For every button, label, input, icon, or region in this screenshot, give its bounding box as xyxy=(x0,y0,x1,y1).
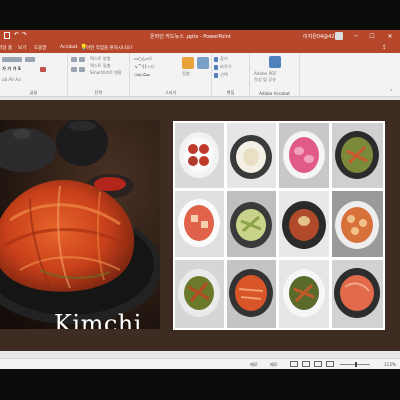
replace-button[interactable]: 바꾸기 xyxy=(220,64,232,70)
dish-photo-9 xyxy=(175,260,224,328)
tab-view[interactable]: 보기 xyxy=(18,45,26,51)
restore-button[interactable]: ☐ xyxy=(366,31,378,42)
shapes-gallery-icon[interactable]: ▭○△⇨⬠ xyxy=(134,56,152,61)
dish-photo-6 xyxy=(227,191,276,257)
ribbon: 가 가 가 S ab AV Aa 글꼴 텍스트 방향 텍스트 맞춤 SmartA… xyxy=(0,53,400,97)
font-options-icon[interactable]: ab AV Aa xyxy=(2,77,21,82)
dish-photos xyxy=(173,121,385,330)
undo-icon[interactable]: ↶ xyxy=(14,31,19,38)
tab-help[interactable]: 도움말 xyxy=(34,45,46,51)
kimchi-image xyxy=(0,120,160,329)
find-icon[interactable] xyxy=(214,57,218,62)
bold-icon[interactable]: 가 가 가 S xyxy=(2,66,21,72)
editing-group-label: 편집 xyxy=(226,90,235,95)
comments-button[interactable]: 메모 xyxy=(270,362,278,368)
slideshow-icon[interactable] xyxy=(326,361,334,367)
select-button[interactable]: 선택 xyxy=(220,72,228,78)
tell-me-search[interactable]: 어떤 작업을 원하시나요? xyxy=(86,45,133,51)
drawing-group-label: 그리기 xyxy=(164,90,177,95)
dish-photo-3 xyxy=(279,123,329,188)
close-button[interactable]: ✕ xyxy=(384,31,396,42)
select-icon[interactable] xyxy=(214,73,218,78)
numbering-icon[interactable] xyxy=(79,57,85,62)
slide-sorter-icon[interactable] xyxy=(302,361,310,367)
tab-file[interactable]: 파일 xyxy=(0,45,6,51)
collapse-ribbon-icon[interactable]: ⌃ xyxy=(389,89,393,95)
dish-photo-10 xyxy=(227,260,276,328)
replace-icon[interactable] xyxy=(214,65,218,70)
align-left-icon[interactable] xyxy=(71,67,77,72)
align-center-icon[interactable] xyxy=(79,67,85,72)
adobe-pdf-icon[interactable] xyxy=(269,56,281,68)
title-bar: ↶ ↷ 온라인 카드뉴스 .pptx - PowerPoint 이지은04@42… xyxy=(0,30,400,43)
dish-photo-11 xyxy=(279,260,329,328)
powerpoint-window: ↶ ↷ 온라인 카드뉴스 .pptx - PowerPoint 이지은04@42… xyxy=(0,30,400,369)
zoom-slider-thumb[interactable] xyxy=(355,362,357,367)
bullets-icon[interactable] xyxy=(71,57,77,62)
find-button[interactable]: 찾기 xyxy=(220,56,228,62)
drawing-group: ▭○△⇨⬠ ↘⌒{}☆⬡ ◇⌂▷⬭⌓ 정렬 그리기 xyxy=(130,53,212,97)
paragraph-group: 텍스트 방향 텍스트 맞춤 SmartArt로 변환 단락 xyxy=(68,53,130,97)
smartart-button[interactable]: SmartArt로 변환 xyxy=(90,70,122,76)
tab-home[interactable]: 홈 xyxy=(8,45,12,51)
dish-photo-12 xyxy=(332,260,383,328)
screen: ↶ ↷ 온라인 카드뉴스 .pptx - PowerPoint 이지은04@42… xyxy=(0,0,400,400)
zoom-level[interactable]: 112% xyxy=(384,362,396,367)
font-name-box[interactable] xyxy=(2,57,22,62)
slide-canvas: Kimchi xyxy=(0,97,400,358)
arrange-label[interactable]: 정렬 xyxy=(182,71,190,77)
adobe-share-label[interactable]: 작성 및 공유 xyxy=(254,77,276,83)
kimchi-photo: Kimchi xyxy=(0,120,160,329)
save-icon[interactable] xyxy=(4,32,10,39)
dish-photo-5 xyxy=(175,191,224,257)
adobe-group-label: Adobe Acrobat xyxy=(259,91,290,96)
dish-photo-2 xyxy=(227,123,276,188)
dish-photo-8 xyxy=(332,191,383,257)
dish-photo-7 xyxy=(279,191,329,257)
tab-acrobat[interactable]: Acrobat xyxy=(60,45,77,50)
status-bar: 메모 메모 112% xyxy=(0,358,400,369)
paragraph-group-label: 단락 xyxy=(94,90,103,95)
slide[interactable]: Kimchi xyxy=(0,100,400,351)
shapes-gallery-row3-icon[interactable]: ◇⌂▷⬭⌓ xyxy=(134,72,150,77)
window-title: 온라인 카드뉴스 .pptx - PowerPoint xyxy=(150,34,231,40)
notes-button[interactable]: 메모 xyxy=(250,362,258,368)
reading-view-icon[interactable] xyxy=(314,361,322,367)
share-icon[interactable]: ⇪ xyxy=(382,44,387,51)
adobe-pdf-label[interactable]: Adobe PDF xyxy=(254,71,277,76)
redo-icon[interactable]: ↷ xyxy=(22,31,27,38)
shapes-gallery-row2-icon[interactable]: ↘⌒{}☆⬡ xyxy=(134,64,154,70)
font-size-box[interactable] xyxy=(25,57,35,62)
avatar[interactable] xyxy=(335,32,343,40)
arrange-icon[interactable] xyxy=(182,57,194,69)
font-group-label: 글꼴 xyxy=(29,90,38,95)
ribbon-tabs: 파일 홈 보기 도움말 Acrobat 💡 어떤 작업을 원하시나요? ⇪ xyxy=(0,43,400,53)
align-text-button[interactable]: 텍스트 맞춤 xyxy=(90,63,111,69)
font-color-icon[interactable] xyxy=(40,67,46,72)
dish-photo-4 xyxy=(332,123,383,188)
dish-photo-1 xyxy=(175,123,224,188)
quick-styles-icon[interactable] xyxy=(197,57,209,69)
minimize-button[interactable]: ─ xyxy=(350,31,362,42)
normal-view-icon[interactable] xyxy=(290,361,298,367)
desktop-bottom-strip xyxy=(0,369,400,400)
desktop-top-strip xyxy=(0,0,400,30)
slide-title-kimchi[interactable]: Kimchi xyxy=(54,310,142,329)
dish-photo-grid xyxy=(173,121,385,330)
adobe-group: Adobe PDF 작성 및 공유 Adobe Acrobat xyxy=(250,53,300,97)
text-direction-button[interactable]: 텍스트 방향 xyxy=(90,56,111,62)
editing-group: 찾기 바꾸기 선택 편집 xyxy=(212,53,250,97)
font-group: 가 가 가 S ab AV Aa 글꼴 xyxy=(0,53,68,97)
